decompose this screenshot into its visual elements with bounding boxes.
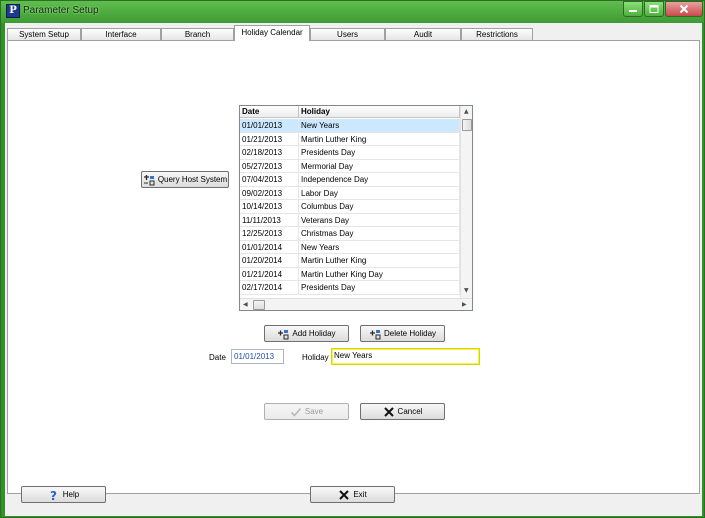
cell-holiday: New Years	[299, 240, 460, 253]
cell-date: 07/04/2013	[240, 173, 299, 186]
scroll-down-icon[interactable]: ▼	[464, 288, 469, 294]
cell-date: 01/21/2013	[240, 132, 299, 145]
cell-holiday: Martin Luther King	[299, 254, 460, 267]
close-button[interactable]	[665, 1, 703, 17]
holiday-label: Holiday	[302, 353, 329, 362]
cell-holiday: Veterans Day	[299, 213, 460, 226]
table-row[interactable]: 09/02/2013 Labor Day	[240, 186, 460, 200]
grid-header: Date Holiday	[240, 106, 460, 118]
cell-date: 02/17/2014	[240, 281, 299, 294]
tab-holiday-calendar[interactable]: Holiday Calendar	[234, 25, 310, 41]
cell-holiday: Martin Luther King	[299, 132, 460, 145]
table-row[interactable]: 02/18/2013 Presidents Day	[240, 146, 460, 160]
date-label: Date	[209, 353, 226, 362]
help-label: Help	[62, 490, 80, 499]
main-window: P Parameter Setup System Setup Interface…	[0, 0, 705, 518]
table-row[interactable]: 01/21/2014 Martin Luther King Day	[240, 267, 460, 281]
holiday-grid[interactable]: Date Holiday 01/01/2013 New Years 01/21/2…	[239, 105, 473, 311]
grid-body: 01/01/2013 New Years 01/21/2013 Martin Lut…	[240, 119, 460, 295]
save-button[interactable]: Save	[264, 403, 349, 420]
vertical-scroll-thumb[interactable]	[462, 119, 472, 131]
column-header-date[interactable]: Date	[240, 106, 299, 117]
query-host-system-button[interactable]: Query Host System	[141, 171, 229, 188]
maximize-button[interactable]	[644, 1, 664, 17]
table-row[interactable]: 02/17/2014 Presidents Day	[240, 281, 460, 295]
date-field[interactable]: 01/01/2013	[231, 349, 284, 364]
cell-holiday: Presidents Day	[299, 146, 460, 159]
table-row[interactable]: 10/14/2013 Columbus Day	[240, 200, 460, 214]
exit-x-icon	[338, 489, 350, 501]
cancel-label: Cancel	[397, 407, 423, 416]
close-icon	[679, 4, 689, 14]
cell-date: 05/27/2013	[240, 159, 299, 172]
cell-date: 02/18/2013	[240, 146, 299, 159]
exit-button[interactable]: Exit	[310, 486, 395, 503]
table-row[interactable]: 01/01/2014 New Years	[240, 240, 460, 254]
table-row[interactable]: 01/20/2014 Martin Luther King	[240, 254, 460, 268]
cancel-x-icon	[383, 406, 395, 418]
cell-holiday: Presidents Day	[299, 281, 460, 294]
holiday-calendar-panel: Query Host System Date Holiday 01/01/201…	[7, 40, 700, 494]
cancel-button[interactable]: Cancel	[360, 403, 445, 420]
exit-label: Exit	[353, 490, 367, 499]
delete-holiday-label: Delete Holiday	[383, 329, 437, 338]
delete-holiday-icon	[369, 328, 381, 340]
cell-date: 11/11/2013	[240, 213, 299, 226]
horizontal-scrollbar[interactable]: ◀ ▶	[240, 298, 472, 310]
add-holiday-label: Add Holiday	[292, 329, 336, 338]
table-row[interactable]: 12/25/2013 Christmas Day	[240, 227, 460, 241]
svg-text:?: ?	[50, 489, 57, 501]
cell-holiday: Independence Day	[299, 173, 460, 186]
check-icon	[290, 406, 302, 418]
save-label: Save	[304, 407, 324, 416]
cell-holiday: Christmas Day	[299, 227, 460, 240]
cell-date: 09/02/2013	[240, 186, 299, 199]
minimize-button[interactable]	[623, 1, 643, 17]
help-question-icon: ?	[48, 489, 60, 503]
cell-holiday: New Years	[299, 119, 460, 132]
column-header-holiday[interactable]: Holiday	[299, 106, 460, 117]
cell-date: 01/20/2014	[240, 254, 299, 267]
scroll-up-icon[interactable]: ▲	[464, 109, 469, 115]
cell-holiday: Labor Day	[299, 186, 460, 199]
window-title: Parameter Setup	[23, 5, 99, 16]
scroll-right-icon[interactable]: ▶	[462, 302, 467, 308]
add-holiday-icon	[277, 328, 289, 340]
add-holiday-button[interactable]: Add Holiday	[264, 325, 349, 342]
holiday-field[interactable]: New Years	[331, 348, 480, 365]
table-row[interactable]: 05/27/2013 Mermorial Day	[240, 159, 460, 173]
app-icon[interactable]: P	[6, 4, 20, 18]
table-row[interactable]: 01/01/2013 New Years	[240, 119, 460, 133]
delete-holiday-button[interactable]: Delete Holiday	[360, 325, 445, 342]
table-row[interactable]: 07/04/2013 Independence Day	[240, 173, 460, 187]
maximize-icon	[649, 5, 659, 13]
cell-date: 12/25/2013	[240, 227, 299, 240]
cell-date: 01/21/2014	[240, 267, 299, 280]
table-row[interactable]: 01/21/2013 Martin Luther King	[240, 132, 460, 146]
scroll-left-icon[interactable]: ◀	[243, 302, 248, 308]
vertical-scrollbar[interactable]: ▲ ▼	[460, 106, 472, 298]
table-row[interactable]: 11/11/2013 Veterans Day	[240, 213, 460, 227]
cell-holiday: Mermorial Day	[299, 159, 460, 172]
title-bar[interactable]: P Parameter Setup	[1, 1, 704, 23]
cell-date: 01/01/2014	[240, 240, 299, 253]
help-button[interactable]: ? Help	[21, 486, 106, 503]
horizontal-scroll-thumb[interactable]	[253, 300, 265, 310]
cell-date: 01/01/2013	[240, 119, 299, 132]
query-host-system-label: Query Host System	[157, 175, 228, 184]
client-area: System Setup Interface Branch Holiday Ca…	[5, 23, 702, 516]
minimize-icon	[629, 10, 637, 12]
query-icon	[143, 174, 155, 186]
cell-date: 10/14/2013	[240, 200, 299, 213]
cell-holiday: Martin Luther King Day	[299, 267, 460, 280]
cell-holiday: Columbus Day	[299, 200, 460, 213]
